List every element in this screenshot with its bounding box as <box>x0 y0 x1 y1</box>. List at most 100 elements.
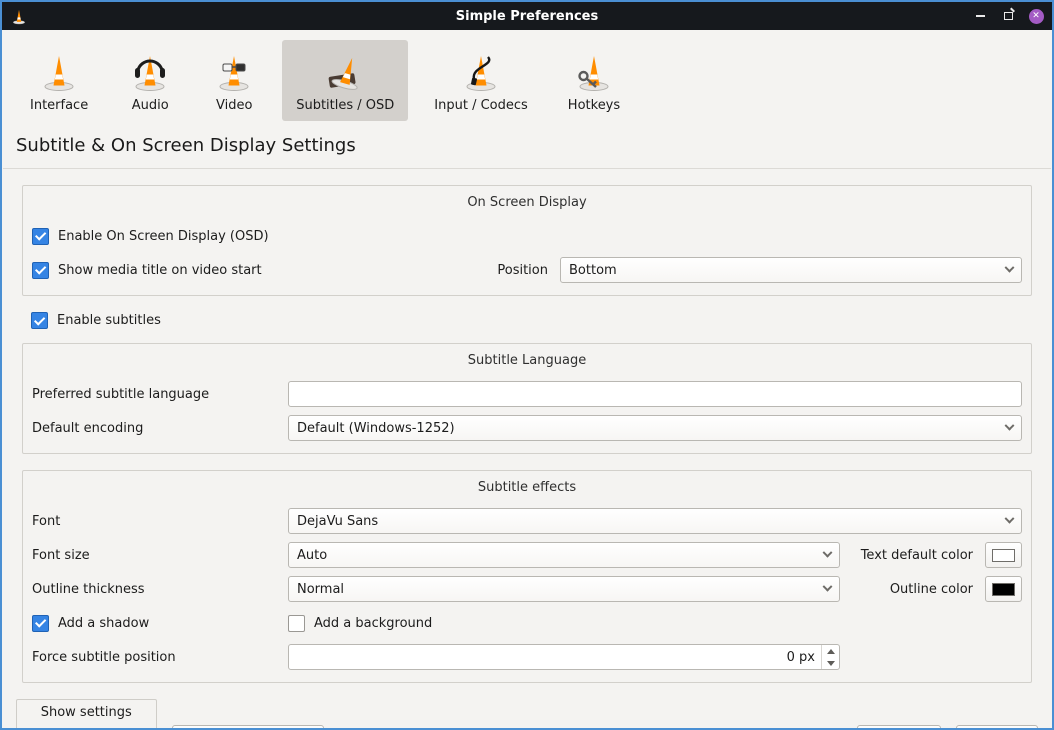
shadow-background-row: Add a shadow Add a background <box>32 606 1022 640</box>
chevron-down-icon <box>1005 513 1015 523</box>
tab-hotkeys-label: Hotkeys <box>568 98 620 113</box>
spin-down-icon <box>827 661 835 666</box>
spin-up-button[interactable] <box>822 645 839 657</box>
preferred-language-row: Preferred subtitle language <box>32 377 1022 411</box>
preferred-language-input[interactable] <box>288 381 1022 407</box>
outline-thickness-label: Outline thickness <box>32 582 288 597</box>
font-row: Font DejaVu Sans <box>32 504 1022 538</box>
vlc-cone-icon <box>10 7 28 25</box>
minimize-button[interactable] <box>972 8 988 24</box>
chevron-down-icon <box>823 547 833 557</box>
preferred-language-label: Preferred subtitle language <box>32 387 288 402</box>
tab-video-label: Video <box>216 98 252 113</box>
tab-hotkeys[interactable]: Hotkeys <box>554 40 634 121</box>
heading-divider <box>3 168 1051 169</box>
show-media-title-label: Show media title on video start <box>58 263 262 278</box>
force-subtitle-position-value: 0 px <box>297 650 821 665</box>
position-label: Position <box>497 263 548 278</box>
font-label: Font <box>32 514 288 529</box>
titlebar[interactable]: Simple Preferences ✕ <box>2 2 1052 30</box>
add-shadow-label: Add a shadow <box>58 616 149 631</box>
tab-audio-label: Audio <box>132 98 169 113</box>
osd-group-title: On Screen Display <box>32 192 1022 219</box>
subtitle-language-group: Subtitle Language Preferred subtitle lan… <box>22 343 1032 454</box>
chevron-down-icon <box>1005 262 1015 272</box>
tab-subtitles-osd-label: Subtitles / OSD <box>296 98 394 113</box>
outline-color-swatch <box>992 583 1015 596</box>
vlc-cone-codecs-icon <box>459 49 503 93</box>
chevron-down-icon <box>823 581 833 591</box>
footer: Show settings Simple All Reset Preferenc… <box>2 699 1052 730</box>
enable-subtitles-row: Enable subtitles <box>22 312 1032 329</box>
text-default-color-swatch <box>992 549 1015 562</box>
spin-up-icon <box>827 649 835 654</box>
vlc-cone-interface-icon <box>37 49 81 93</box>
restore-button[interactable] <box>1000 8 1016 24</box>
subtitle-language-title: Subtitle Language <box>32 350 1022 377</box>
cancel-button[interactable]: Cancel <box>956 725 1038 730</box>
vlc-cone-subtitles-icon <box>323 49 367 93</box>
outline-thickness-row: Outline thickness Normal Outline color <box>32 572 1022 606</box>
page-title: Subtitle & On Screen Display Settings <box>16 135 1038 156</box>
tab-interface-label: Interface <box>30 98 88 113</box>
save-button[interactable]: Save <box>857 725 941 730</box>
outline-thickness-value: Normal <box>297 582 816 597</box>
tab-input-codecs-label: Input / Codecs <box>434 98 528 113</box>
force-subtitle-position-label: Force subtitle position <box>32 650 288 665</box>
subtitle-effects-title: Subtitle effects <box>32 477 1022 504</box>
enable-osd-checkbox[interactable] <box>32 228 49 245</box>
spin-arrows <box>821 645 839 669</box>
font-value: DejaVu Sans <box>297 514 998 529</box>
simple-preferences-window: Simple Preferences ✕ Interface <box>0 0 1054 730</box>
show-media-title-checkbox[interactable] <box>32 262 49 279</box>
add-background-label: Add a background <box>314 616 432 631</box>
default-encoding-row: Default encoding Default (Windows-1252) <box>32 411 1022 445</box>
close-icon: ✕ <box>1029 9 1044 24</box>
tab-video[interactable]: Video <box>198 40 270 121</box>
text-default-color-label: Text default color <box>861 548 973 563</box>
outline-color-button[interactable] <box>985 576 1022 602</box>
window-controls: ✕ <box>972 8 1044 24</box>
text-default-color-button[interactable] <box>985 542 1022 568</box>
add-background-checkbox[interactable] <box>288 615 305 632</box>
enable-osd-row: Enable On Screen Display (OSD) <box>32 219 1022 253</box>
outline-thickness-combobox[interactable]: Normal <box>288 576 840 602</box>
font-combobox[interactable]: DejaVu Sans <box>288 508 1022 534</box>
subtitle-effects-group: Subtitle effects Font DejaVu Sans Font s… <box>22 470 1032 683</box>
osd-group: On Screen Display Enable On Screen Displ… <box>22 185 1032 296</box>
tab-input-codecs[interactable]: Input / Codecs <box>420 40 542 121</box>
reset-preferences-button[interactable]: Reset Preferences <box>172 725 325 730</box>
enable-osd-label: Enable On Screen Display (OSD) <box>58 229 269 244</box>
force-subtitle-position-spinbox[interactable]: 0 px <box>288 644 840 670</box>
add-shadow-checkbox[interactable] <box>32 615 49 632</box>
minimize-icon <box>976 15 985 17</box>
window-title: Simple Preferences <box>2 9 1052 24</box>
vlc-cone-audio-icon <box>128 49 172 93</box>
spin-down-button[interactable] <box>822 657 839 669</box>
vlc-cone-video-icon <box>212 49 256 93</box>
show-settings-title: Show settings <box>27 705 146 728</box>
force-subtitle-position-row: Force subtitle position 0 px <box>32 640 1022 674</box>
font-size-value: Auto <box>297 548 816 563</box>
restore-icon <box>1004 12 1013 20</box>
show-media-title-row: Show media title on video start Position… <box>32 253 1022 287</box>
position-value: Bottom <box>569 263 998 278</box>
tab-subtitles-osd[interactable]: Subtitles / OSD <box>282 40 408 121</box>
chevron-down-icon <box>1005 420 1015 430</box>
tab-interface[interactable]: Interface <box>16 40 102 121</box>
enable-subtitles-label: Enable subtitles <box>57 313 161 328</box>
close-button[interactable]: ✕ <box>1028 8 1044 24</box>
vlc-cone-hotkeys-icon <box>572 49 616 93</box>
default-encoding-label: Default encoding <box>32 421 288 436</box>
show-settings-group: Show settings Simple All <box>16 699 157 730</box>
font-size-row: Font size Auto Text default color <box>32 538 1022 572</box>
default-encoding-combobox[interactable]: Default (Windows-1252) <box>288 415 1022 441</box>
tab-audio[interactable]: Audio <box>114 40 186 121</box>
category-toolbar: Interface Audio Video <box>2 30 1052 123</box>
position-combobox[interactable]: Bottom <box>560 257 1022 283</box>
font-size-label: Font size <box>32 548 288 563</box>
outline-color-label: Outline color <box>890 582 973 597</box>
enable-subtitles-checkbox[interactable] <box>31 312 48 329</box>
font-size-combobox[interactable]: Auto <box>288 542 840 568</box>
default-encoding-value: Default (Windows-1252) <box>297 421 998 436</box>
